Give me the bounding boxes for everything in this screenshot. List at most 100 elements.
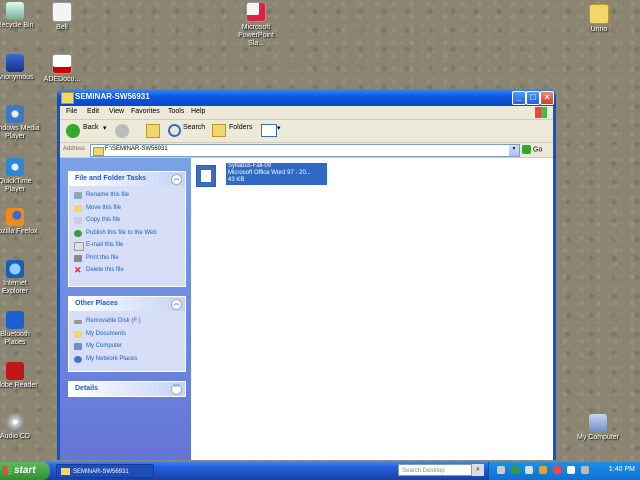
desktop-icon-folder[interactable]: Unno [574,4,624,34]
up-folder-icon[interactable] [146,124,160,138]
desktop-icon-document[interactable]: Bell [37,2,87,32]
views-dropdown-icon[interactable]: ▾ [277,124,281,132]
title-bar[interactable]: SEMINAR-SW56931 _ □ × [57,89,556,106]
address-dropdown-icon[interactable]: ▾ [509,145,519,156]
task-move[interactable]: Move this file [69,202,185,215]
forward-arrow-icon[interactable] [115,124,129,138]
place-my-documents[interactable]: My Documents [69,328,185,341]
adobe-reader-icon [6,362,24,380]
desktop-icon-label: Mozilla Firefox [0,228,38,235]
desktop-icon-recycle-bin[interactable]: Recycle Bin [0,2,40,30]
menu-edit[interactable]: Edit [87,108,99,115]
search-icon [168,124,181,137]
minimize-button[interactable]: _ [512,91,526,105]
address-field[interactable]: F:\SEMINAR-SW56931 ▾ [90,144,520,157]
menu-help[interactable]: Help [191,108,205,115]
search-button[interactable]: Search [183,124,205,131]
desktop-icon-firefox[interactable]: Mozilla Firefox [0,208,40,236]
system-tray: 1:40 PM [488,462,640,480]
window-client: File Edit View Favorites Tools Help Back… [60,106,553,460]
network-icon [6,54,24,72]
explorer-window: SEMINAR-SW56931 _ □ × File Edit View Fav… [57,89,556,460]
desktop-icon-network[interactable]: Anonymous [0,54,40,82]
delete-x-icon: ✕ [74,265,82,275]
place-removable-disk[interactable]: Removable Disk (F:) [69,315,185,328]
go-button[interactable]: Go [522,145,542,154]
tray-icon-3[interactable] [525,466,533,474]
desktop-icon-label: Audio CD [0,433,30,440]
volume-icon[interactable] [581,466,589,474]
address-label: Address [63,146,86,152]
panel-header[interactable]: File and Folder Tasks ︽ [69,172,185,186]
start-button[interactable]: start [0,462,50,480]
toolbar: Back ▾ Search Folders ▾ [60,120,553,143]
desktop-icon-bluetooth[interactable]: Bluetooth Places [0,311,40,347]
menu-favorites[interactable]: Favorites [131,108,160,115]
folders-button[interactable]: Folders [229,124,252,131]
panel-header[interactable]: Details ︾ [69,382,185,396]
removable-disk-icon [74,320,82,324]
maximize-button[interactable]: □ [526,91,540,105]
task-label: Copy this file [86,217,121,223]
desktop-icon-my-computer[interactable]: My Computer [573,414,623,442]
email-icon [74,242,84,251]
folder-icon [589,4,609,24]
file-item-selected[interactable]: Syllabus-Fall-09 Microsoft Office Word 9… [196,163,327,187]
desktop-icon-adobe-reader[interactable]: Adobe Reader [0,362,40,390]
go-arrow-icon [522,145,531,154]
desktop-search-input[interactable]: Search Desktop [398,464,472,476]
clock[interactable]: 1:40 PM [609,466,635,473]
desktop-icon-powerpoint[interactable]: Microsoft PowerPoint Sla... [231,2,281,48]
panel-header[interactable]: Other Places ︽ [69,297,185,311]
internet-explorer-icon [6,260,24,278]
my-documents-icon [74,330,82,338]
rename-icon [74,192,82,199]
menu-tools[interactable]: Tools [168,108,184,115]
taskbar-window-button[interactable]: SEMINAR-SW56931 [56,464,154,478]
file-name: Syllabus-Fall-09 [228,163,272,169]
menu-file[interactable]: File [66,108,77,115]
bluetooth-icon [6,311,24,329]
desktop-icon-internet-explorer[interactable]: Internet Explorer [0,260,40,296]
tray-icon-2[interactable] [511,466,519,474]
panel-title: File and Folder Tasks [75,175,147,182]
desktop-icon-pdf[interactable]: ADEDocu... [37,54,87,84]
task-label: Delete this file [86,267,124,273]
menu-view[interactable]: View [109,108,124,115]
folder-icon [61,468,70,475]
file-info: Syllabus-Fall-09 Microsoft Office Word 9… [226,163,327,185]
desktop-icon-label: Unno [590,26,608,33]
task-publish[interactable]: Publish this file to the Web [69,227,185,240]
expand-chevron-icon[interactable]: ︾ [171,384,182,395]
tray-icon-1[interactable] [497,466,505,474]
collapse-chevron-icon[interactable]: ︽ [171,174,182,185]
tray-icon-5[interactable] [553,466,561,474]
search-go-icon[interactable]: ⌕ [472,464,484,476]
desktop-icon-cd[interactable]: Audio CD [0,413,40,441]
desktop-icon-label: Anonymous [0,74,34,81]
place-my-computer[interactable]: My Computer [69,340,185,353]
firefox-icon [6,208,24,226]
back-dropdown-icon[interactable]: ▾ [103,124,107,132]
back-arrow-icon[interactable] [66,124,80,138]
task-delete[interactable]: ✕ Delete this file [69,264,185,277]
desktop-icon-media-player[interactable]: Windows Media Player [0,105,40,141]
task-label: E-mail this file [86,242,124,248]
file-list: Syllabus-Fall-09 Microsoft Office Word 9… [191,158,553,460]
tray-icon-6[interactable] [567,466,575,474]
folder-icon [93,147,104,156]
place-label: My Documents [86,330,127,337]
task-email[interactable]: E-mail this file [69,239,185,252]
views-icon[interactable] [261,124,277,137]
collapse-chevron-icon[interactable]: ︽ [171,299,182,310]
back-button[interactable]: Back [83,124,99,131]
desktop-icon-quicktime[interactable]: QuickTime Player [0,158,40,194]
close-button[interactable]: × [540,91,554,105]
task-rename[interactable]: Rename this file [69,189,185,202]
desktop-icon-label: Windows Media Player [0,125,40,140]
powerpoint-icon [246,2,266,22]
place-my-network-places[interactable]: My Network Places [69,353,185,366]
tray-icon-4[interactable] [539,466,547,474]
task-print[interactable]: Print this file [69,252,185,265]
task-copy[interactable]: Copy this file [69,214,185,227]
